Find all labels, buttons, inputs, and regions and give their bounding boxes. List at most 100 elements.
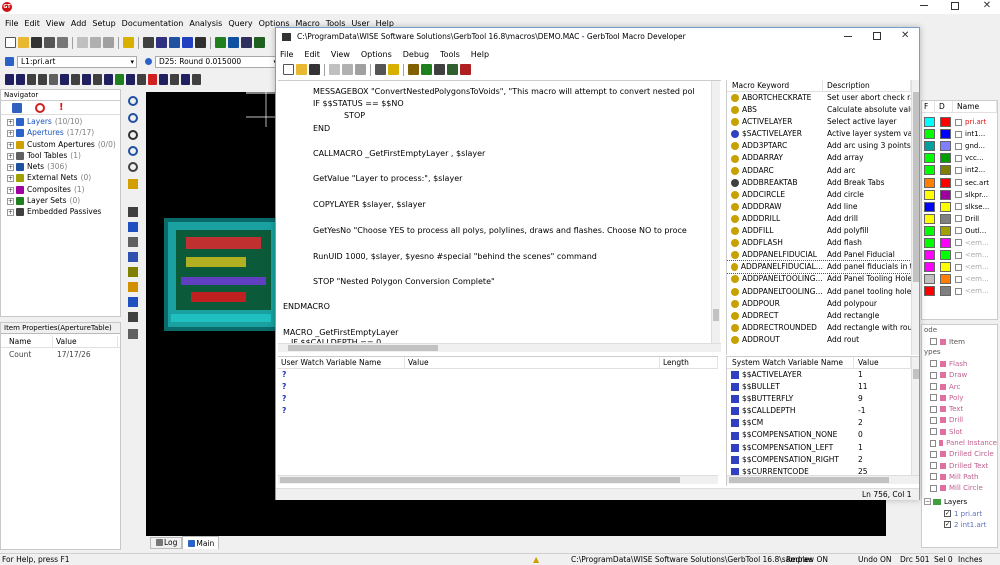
menu-query[interactable]: Query [228,19,252,28]
expand-icon[interactable]: + [7,130,14,138]
tool-h-icon[interactable] [241,37,252,48]
collapse-icon[interactable]: − [924,498,931,506]
expand-icon[interactable]: + [7,175,14,183]
cut-icon[interactable] [77,37,88,48]
paste-icon[interactable] [355,64,366,75]
keyword-row[interactable]: $SACTIVELAYER Active layer system varia [727,128,919,140]
layer-visible-checkbox[interactable] [955,215,962,223]
layer-row[interactable]: <em... [924,237,997,249]
layer-visible-checkbox[interactable] [955,118,962,126]
macro-close-button[interactable]: ✕ [901,30,909,41]
restore-button[interactable] [951,2,959,10]
keyword-row[interactable]: ADDPANELTOOLING... Add panel tooling hole… [727,286,919,298]
macro-menu-options[interactable]: Options [361,50,392,59]
layer-row[interactable]: gnd... [924,140,997,152]
select-item[interactable]: Mill Path [922,471,997,482]
layer-visible-checkbox[interactable] [955,287,962,295]
layer-draw-swatch[interactable] [940,177,951,188]
system-watch-scrollbar[interactable] [911,357,919,475]
select-checkbox[interactable] [930,439,936,447]
layer-select[interactable]: L1:pri.art ▾ [17,55,137,68]
zoom-in-icon[interactable] [128,96,138,106]
layer-row[interactable]: int1... [924,128,997,140]
layer-draw-swatch[interactable] [940,237,951,248]
snap-o-icon[interactable] [159,74,168,85]
layer-visible-checkbox[interactable] [955,179,962,187]
snap-r-icon[interactable] [192,74,201,85]
run-icon[interactable] [408,64,419,75]
nav-item[interactable]: + Layer Sets (0) [7,195,120,206]
code-editor[interactable]: MESSAGEBOX "ConvertNestedPolygonsToVoids… [278,80,721,380]
step-icon[interactable] [421,64,432,75]
expand-icon[interactable]: + [7,119,14,126]
system-watch-row[interactable]: $$COMPENSATION_NONE 0 [727,429,919,441]
macro-menu-edit[interactable]: Edit [304,50,320,59]
stop-icon[interactable] [460,64,471,75]
layer-fill-swatch[interactable] [924,117,935,128]
keyword-row[interactable]: ADDPOUR Add polypour [727,298,919,310]
nav-item[interactable]: + Nets (306) [7,161,120,172]
layer-row[interactable]: Outl... [924,225,997,237]
select-checkbox[interactable] [930,462,937,470]
keyword-row[interactable]: ABS Calculate absolute value [727,104,919,116]
query-g-icon[interactable] [128,297,138,307]
layer-draw-swatch[interactable] [940,225,951,236]
layer-draw-swatch[interactable] [940,153,951,164]
layer-row[interactable]: slkse... [924,201,997,213]
query-a-icon[interactable] [128,207,138,217]
nav-item[interactable]: + Apertures (17/17) [7,127,120,138]
layer-row[interactable]: slkpr... [924,189,997,201]
nav-item[interactable]: + External Nets (0) [7,172,120,183]
menu-view[interactable]: View [46,19,65,28]
menu-setup[interactable]: Setup [92,19,115,28]
snap-e-icon[interactable] [49,74,58,85]
layer-row[interactable]: <em... [924,249,997,261]
expand-icon[interactable]: + [7,209,14,217]
keyword-row[interactable]: ADDRECTROUNDED Add rectangle with roun [727,322,919,334]
layer-row[interactable]: pri.art [924,116,997,128]
layer-visible-checkbox[interactable] [955,166,962,174]
menu-analysis[interactable]: Analysis [189,19,222,28]
layer-visible-checkbox[interactable] [955,227,962,235]
new-icon[interactable] [283,64,294,75]
macro-maximize-button[interactable] [873,32,881,40]
open-icon[interactable] [296,64,307,75]
layer-fill-swatch[interactable] [924,225,935,236]
expand-icon[interactable]: + [7,141,14,149]
snap-q-icon[interactable] [181,74,190,85]
keyword-row[interactable]: ADDPANELFIDUCIAL Add Panel Fiducial [727,249,919,261]
keyword-row[interactable]: ADDPANELFIDUCIAL... Add panel fiducials i… [727,260,919,275]
keyword-row[interactable]: ABORTCHECKRATE Set user abort check rat [727,92,919,104]
select-checkbox[interactable] [930,405,937,413]
nav-tab-tree-icon[interactable] [12,102,22,113]
select-item[interactable]: Draw [922,370,997,381]
select-item[interactable]: Flash [922,358,997,369]
select-item[interactable]: Text [922,403,997,414]
layer-visible-checkbox[interactable] [955,142,962,150]
open-icon[interactable] [18,37,29,48]
cut-icon[interactable] [329,64,340,75]
select-checkbox[interactable] [930,394,937,402]
layer-draw-swatch[interactable] [940,250,951,261]
keyword-row[interactable]: ADDDRAW Add line [727,201,919,213]
layer-fill-swatch[interactable] [924,129,935,140]
nav-item[interactable]: + Layers (10/10) [7,116,120,127]
snap-n-icon[interactable] [148,74,157,85]
select-item[interactable]: Drill [922,415,997,426]
snap-a-icon[interactable] [5,74,14,85]
keyword-row[interactable]: ADDFLASH Add flash [727,237,919,249]
layer-draw-swatch[interactable] [940,165,951,176]
system-watch-row[interactable]: $$BUTTERFLY 9 [727,393,919,405]
expand-icon[interactable]: + [7,198,14,206]
layer-fill-swatch[interactable] [924,153,935,164]
layer-draw-swatch[interactable] [940,262,951,273]
layer-draw-swatch[interactable] [940,189,951,200]
layer-draw-swatch[interactable] [940,201,951,212]
layer-row[interactable]: sec.art [924,176,997,188]
query-e-icon[interactable] [128,267,138,277]
tool-g-icon[interactable] [228,37,239,48]
nav-item[interactable]: + Tool Tables (1) [7,150,120,161]
nav-item[interactable]: + Custom Apertures (0/0) [7,139,120,150]
macro-menu-view[interactable]: View [331,50,350,59]
user-watch-row[interactable]: ? [282,369,718,381]
